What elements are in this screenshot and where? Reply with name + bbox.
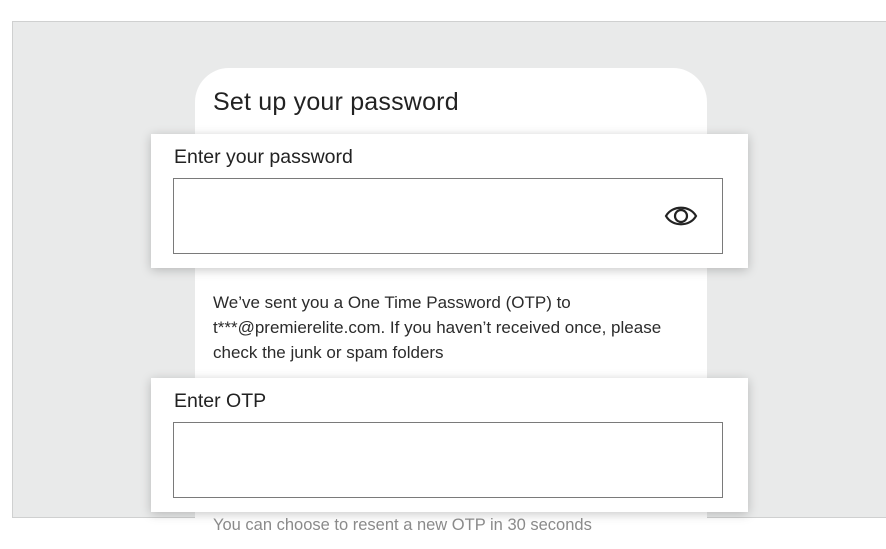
card-title: Set up your password (213, 88, 459, 116)
password-field-callout: Enter your password (151, 134, 748, 268)
resend-otp-helper: You can choose to resent a new OTP in 30… (213, 516, 592, 534)
otp-input[interactable] (173, 422, 723, 498)
otp-label: Enter OTP (174, 390, 267, 412)
otp-sent-message: We’ve sent you a One Time Password (OTP)… (213, 293, 662, 362)
password-input[interactable] (173, 178, 723, 254)
password-label: Enter your password (174, 146, 353, 168)
eye-icon[interactable] (664, 203, 698, 229)
otp-field-callout: Enter OTP (151, 378, 748, 512)
